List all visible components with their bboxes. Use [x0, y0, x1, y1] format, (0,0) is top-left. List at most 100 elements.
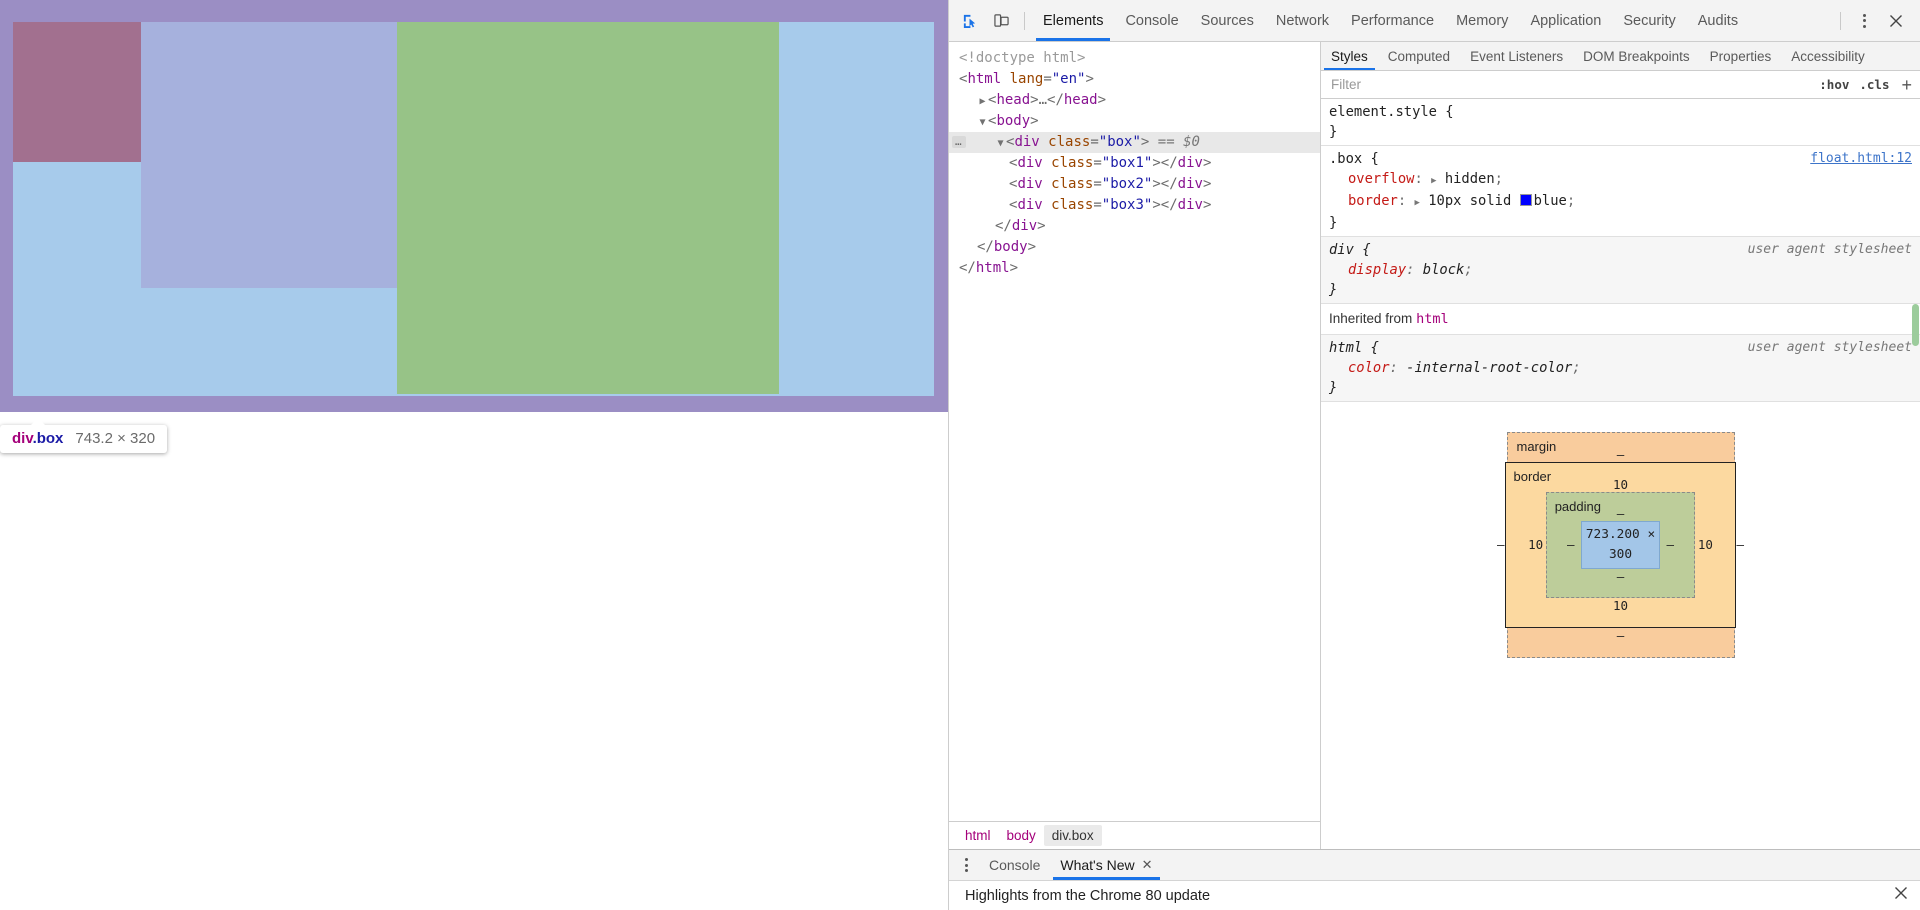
declaration-display[interactable]: display: block;: [1329, 260, 1914, 280]
border-right-value[interactable]: 10: [1695, 535, 1715, 555]
rule-html-user-agent[interactable]: user agent stylesheet html { color: -int…: [1321, 335, 1920, 402]
drawer-tab-console-label: Console: [989, 857, 1041, 873]
rule-selector[interactable]: element.style {: [1329, 102, 1914, 122]
twisty-collapsed-icon[interactable]: ▶: [977, 91, 988, 112]
color-swatch-blue[interactable]: [1519, 194, 1532, 206]
close-icon[interactable]: [1894, 886, 1920, 905]
tab-accessibility[interactable]: Accessibility: [1781, 42, 1875, 70]
tab-styles[interactable]: Styles: [1321, 42, 1378, 70]
tab-performance[interactable]: Performance: [1340, 0, 1445, 41]
more-options-icon[interactable]: [953, 850, 979, 880]
inherited-from-tag[interactable]: html: [1416, 311, 1449, 327]
rule-box[interactable]: float.html:12 .box { overflow: ▶ hidden;…: [1321, 146, 1920, 237]
styles-scrollbar-thumb[interactable]: [1912, 304, 1919, 346]
close-icon[interactable]: ✕: [1142, 857, 1153, 873]
more-options-icon[interactable]: [1849, 6, 1879, 36]
dom-line-head[interactable]: ▶ <head>…</head>: [949, 90, 1320, 111]
rule-origin: user agent stylesheet: [1747, 242, 1912, 257]
padding-bottom-value[interactable]: –: [1561, 569, 1681, 584]
devtools-screenshot: div.box 743.2 × 320 Elements Console Sou…: [0, 0, 1920, 910]
toolbar-right-actions: [1833, 6, 1916, 36]
breadcrumb-item-div-box[interactable]: div.box: [1043, 825, 1102, 846]
border-left-value[interactable]: 10: [1526, 535, 1546, 555]
border-top-value[interactable]: 10: [1526, 477, 1716, 492]
dom-line-body[interactable]: ▼ <body>: [949, 111, 1320, 132]
styles-tab-strip: Styles Computed Event Listeners DOM Brea…: [1321, 42, 1920, 71]
expand-arrow-icon[interactable]: ▶: [1414, 198, 1419, 208]
rule-close-brace: }: [1329, 215, 1338, 231]
tab-performance-label: Performance: [1351, 12, 1435, 29]
declaration-color[interactable]: color: -internal-root-color;: [1329, 358, 1914, 378]
tab-computed[interactable]: Computed: [1378, 42, 1460, 70]
breadcrumb-item-html[interactable]: html: [957, 825, 999, 846]
tab-properties[interactable]: Properties: [1700, 42, 1782, 70]
dom-line-close-html[interactable]: </html>: [949, 258, 1320, 279]
page-box1: [13, 22, 141, 162]
box-model-border[interactable]: border 10 10 padding – – 723.200 × 300 –…: [1504, 462, 1737, 628]
rule-origin-link[interactable]: float.html:12: [1810, 149, 1912, 169]
tab-network[interactable]: Network: [1265, 0, 1340, 41]
padding-left-value[interactable]: –: [1561, 535, 1581, 555]
tab-event-listeners[interactable]: Event Listeners: [1460, 42, 1573, 70]
dom-line-div-box1[interactable]: <div class="box1"></div>: [949, 153, 1320, 174]
declaration-property[interactable]: border: [1348, 193, 1398, 209]
margin-top-value[interactable]: –: [1530, 447, 1712, 462]
dom-line-div-box[interactable]: … ▼ <div class="box"> == $0: [949, 132, 1320, 153]
cls-toggle-button[interactable]: .cls: [1859, 77, 1889, 92]
tab-console[interactable]: Console: [1114, 0, 1189, 41]
drawer-content: Highlights from the Chrome 80 update: [949, 881, 1920, 910]
dom-line-close-div[interactable]: </div>: [949, 216, 1320, 237]
box-model-diagram: margin – – border 10 10 padding – – 723.…: [1321, 402, 1920, 658]
drawer-tab-console[interactable]: Console: [979, 850, 1050, 880]
tab-elements[interactable]: Elements: [1032, 0, 1114, 41]
filter-input[interactable]: [1329, 76, 1810, 93]
margin-right-value[interactable]: –: [1736, 535, 1744, 555]
declaration-property[interactable]: color: [1348, 360, 1390, 376]
declaration-value[interactable]: hidden: [1445, 171, 1495, 187]
css-rules-list[interactable]: element.style { } float.html:12 .box { o…: [1321, 99, 1920, 849]
twisty-expanded-icon[interactable]: ▼: [977, 112, 988, 133]
tab-sources[interactable]: Sources: [1190, 0, 1265, 41]
expand-arrow-icon[interactable]: ▶: [1431, 176, 1436, 186]
tab-dom-breakpoints[interactable]: DOM Breakpoints: [1573, 42, 1700, 70]
padding-right-value[interactable]: –: [1660, 535, 1680, 555]
page-viewport[interactable]: div.box 743.2 × 320: [0, 0, 948, 910]
declaration-overflow[interactable]: overflow: ▶ hidden;: [1329, 169, 1914, 191]
new-style-rule-button[interactable]: +: [1901, 76, 1912, 94]
declaration-border[interactable]: border: ▶ 10px solid blue;: [1329, 191, 1914, 213]
tooltip-dimensions: 743.2 × 320: [75, 430, 156, 447]
tab-application[interactable]: Application: [1519, 0, 1612, 41]
dom-line-html[interactable]: <html lang="en">: [949, 69, 1320, 90]
device-toolbar-icon[interactable]: [986, 6, 1016, 36]
dom-line-div-box3[interactable]: <div class="box3"></div>: [949, 195, 1320, 216]
tab-memory[interactable]: Memory: [1445, 0, 1519, 41]
rule-close-brace: }: [1329, 380, 1338, 396]
tab-security-label: Security: [1623, 12, 1676, 29]
dom-tree[interactable]: <!doctype html> <html lang="en"> ▶ <head>…: [949, 42, 1320, 821]
breadcrumb-item-body[interactable]: body: [999, 825, 1044, 846]
border-bottom-value[interactable]: 10: [1526, 598, 1716, 613]
twisty-expanded-icon[interactable]: ▼: [995, 133, 1006, 154]
tab-security[interactable]: Security: [1612, 0, 1686, 41]
dom-line-doctype[interactable]: <!doctype html>: [949, 48, 1320, 69]
declaration-property[interactable]: display: [1348, 262, 1406, 278]
tab-audits[interactable]: Audits: [1687, 0, 1749, 41]
declaration-property[interactable]: overflow: [1348, 171, 1414, 187]
child-ellipsis-badge[interactable]: …: [952, 136, 966, 148]
rule-div-user-agent[interactable]: user agent stylesheet div { display: blo…: [1321, 237, 1920, 304]
margin-bottom-value[interactable]: –: [1530, 628, 1712, 643]
box-model-padding[interactable]: padding – – 723.200 × 300 – –: [1545, 492, 1696, 598]
close-icon[interactable]: [1881, 6, 1911, 36]
dom-line-div-box2[interactable]: <div class="box2"></div>: [949, 174, 1320, 195]
rule-element-style[interactable]: element.style { }: [1321, 99, 1920, 146]
margin-left-value[interactable]: –: [1497, 535, 1505, 555]
tab-elements-label: Elements: [1043, 12, 1104, 29]
hov-toggle-button[interactable]: :hov: [1819, 77, 1849, 92]
drawer-tab-whats-new[interactable]: What's New ✕: [1050, 850, 1162, 880]
dom-line-close-body[interactable]: </body>: [949, 237, 1320, 258]
inspect-element-icon[interactable]: [954, 6, 984, 36]
declaration-value[interactable]: -internal-root-color: [1406, 360, 1572, 376]
box-model-margin[interactable]: margin – – border 10 10 padding – – 723.…: [1497, 432, 1744, 658]
declaration-value[interactable]: block: [1423, 262, 1465, 278]
box-model-content-size[interactable]: 723.200 × 300: [1580, 521, 1661, 569]
